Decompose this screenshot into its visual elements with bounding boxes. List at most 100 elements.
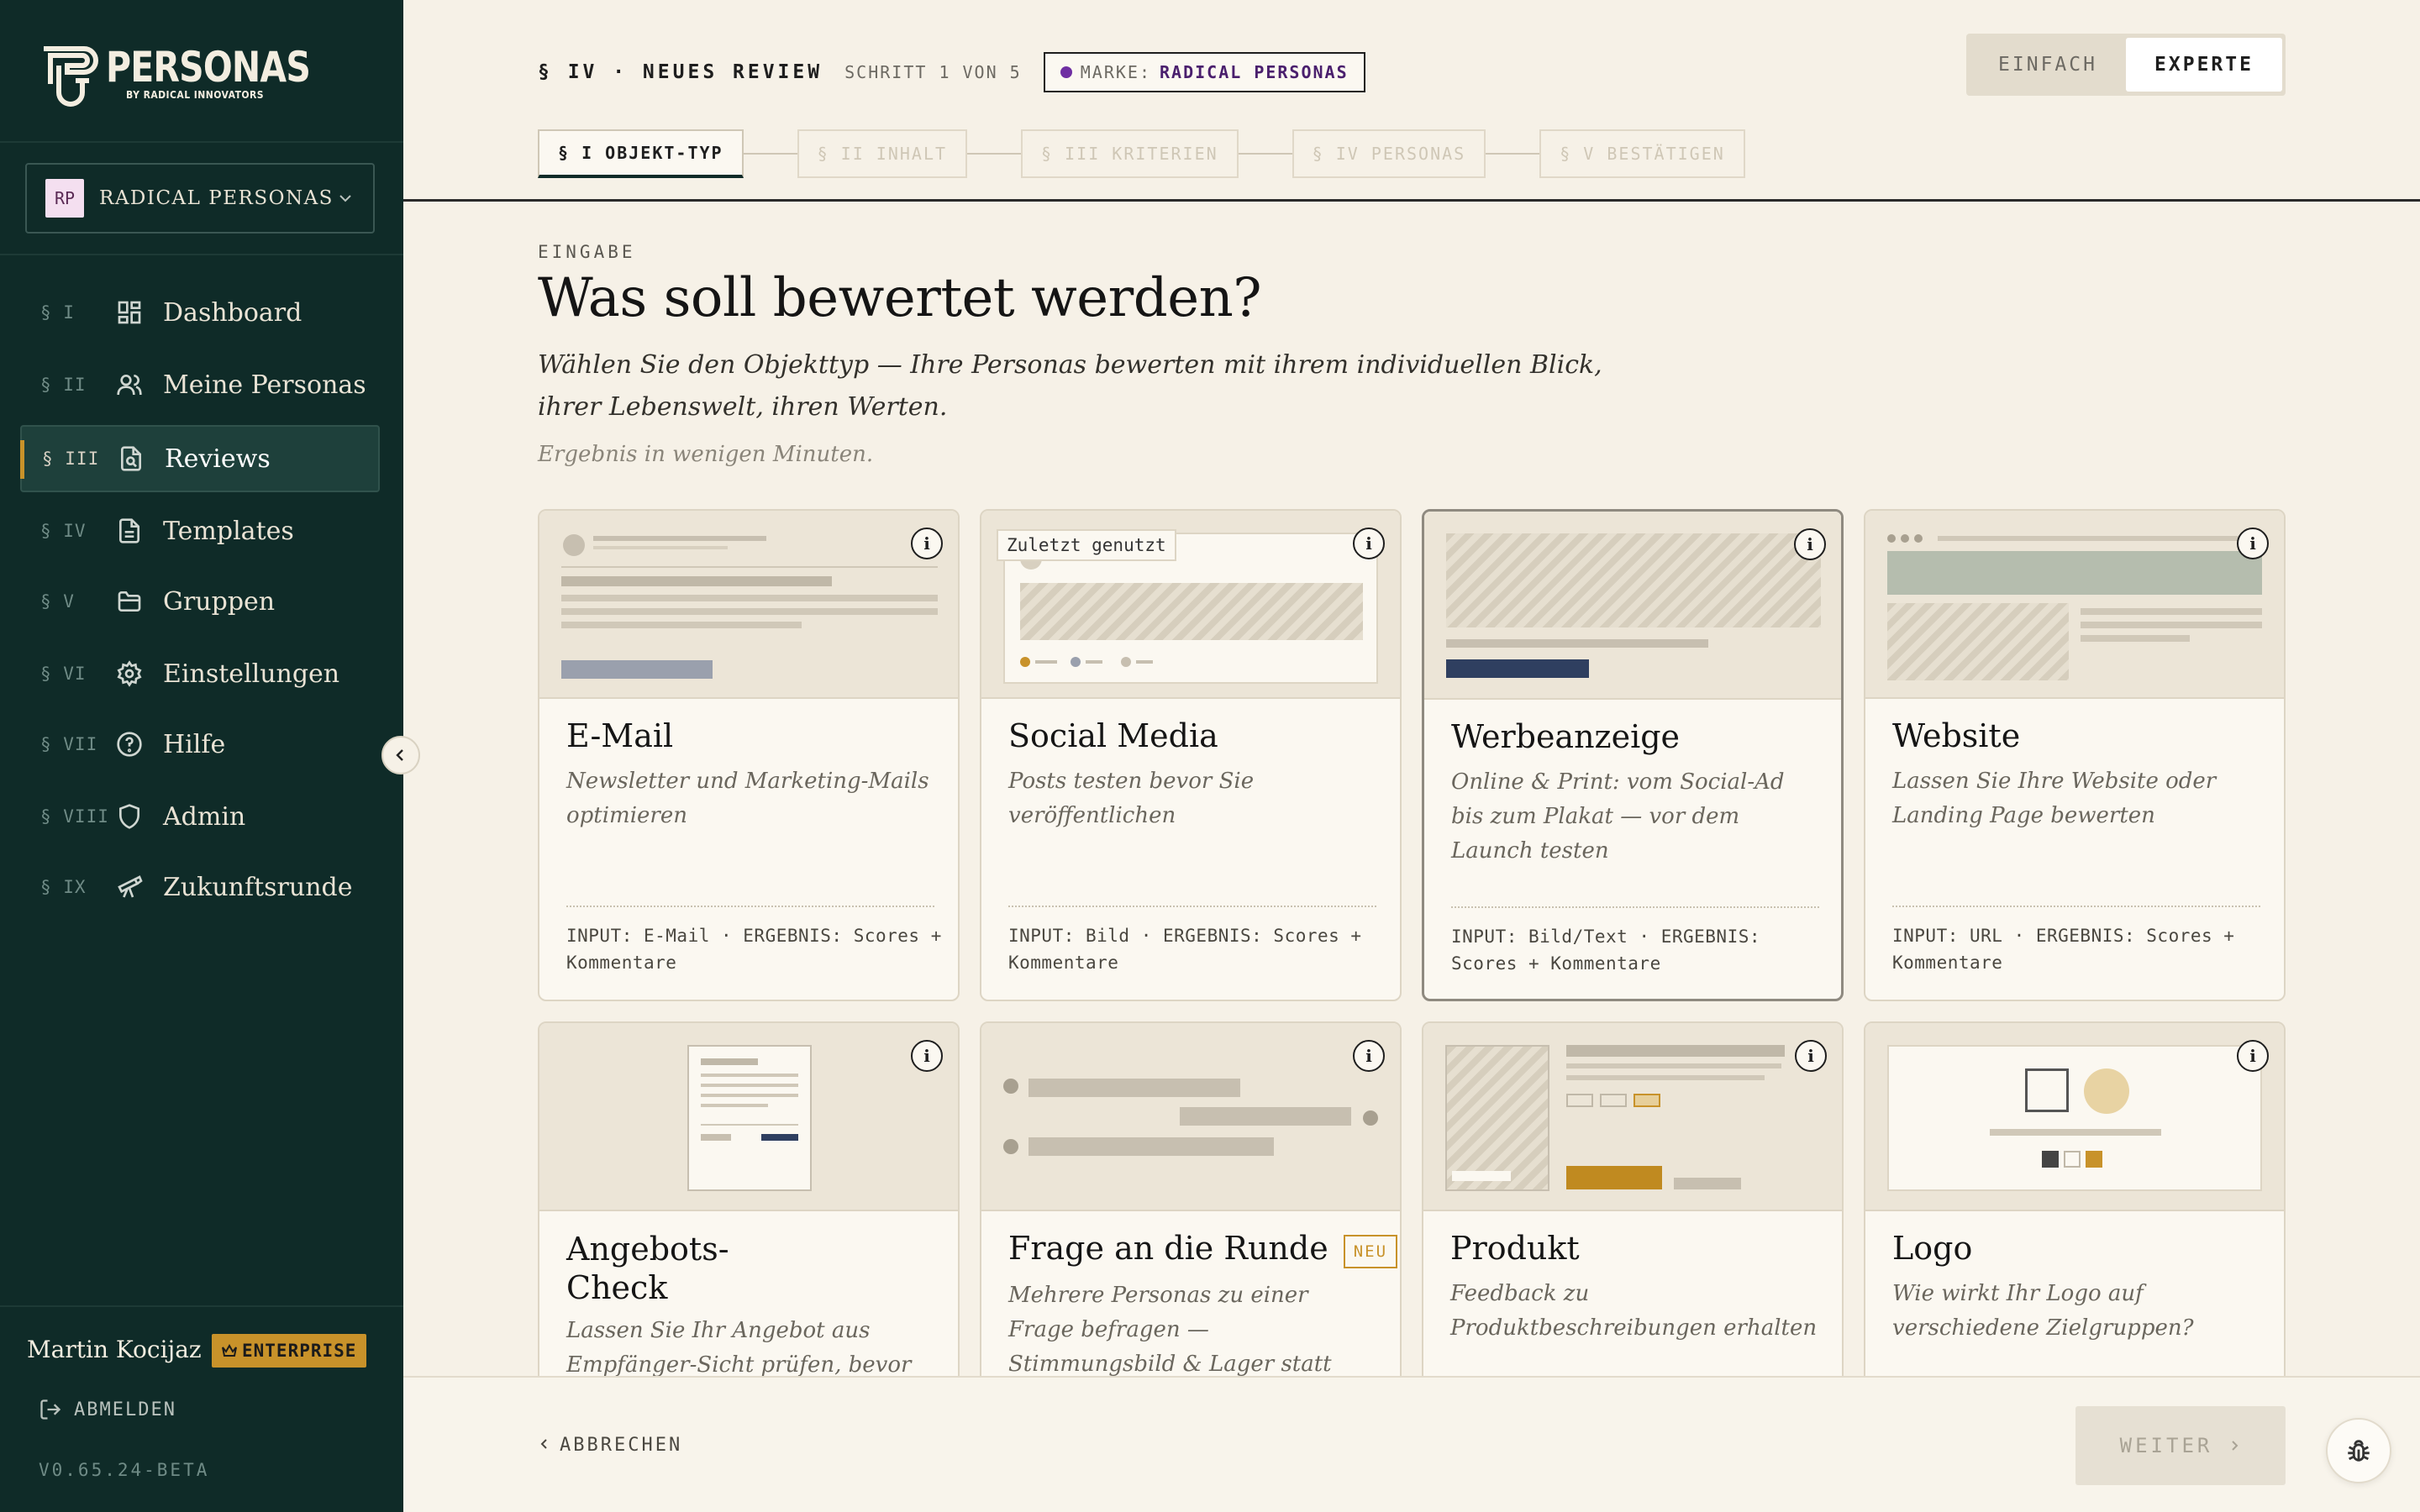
step-personas[interactable]: § IV PERSONAS <box>1292 129 1486 178</box>
logout-button[interactable]: ABMELDEN <box>39 1398 176 1421</box>
section-eyebrow: EINGABE <box>538 242 636 262</box>
card-description: Wie wirkt Ihr Logo auf verschiedene Ziel… <box>1892 1281 2194 1341</box>
card-meta: INPUT: Bild · ERGEBNIS: Scores + Komment… <box>1008 926 1362 973</box>
step-inhalt[interactable]: § II INHALT <box>797 129 968 178</box>
cancel-button[interactable]: ABBRECHEN <box>538 1435 682 1456</box>
object-type-card-social-media[interactable]: Zuletzt genutzt i Social Media Posts tes… <box>980 509 1402 1001</box>
info-icon[interactable]: i <box>1353 528 1385 559</box>
nav-label: Gruppen <box>163 586 276 617</box>
file-search-icon <box>114 442 148 475</box>
bug-report-button[interactable] <box>2326 1418 2391 1483</box>
sidebar-item-gruppen[interactable]: § V Gruppen <box>20 568 380 635</box>
object-type-card-angebots-check[interactable]: i Angebots-Check Lassen Sie Ihr Angebot … <box>538 1021 960 1391</box>
nav-number: § VIII <box>40 806 109 827</box>
card-description: Online & Print: vom Social-Ad bis zum Pl… <box>1451 769 1785 864</box>
step-kriterien[interactable]: § III KRITERIEN <box>1021 129 1239 178</box>
card-description: Mehrere Personas zu einer Frage befragen… <box>1008 1283 1332 1389</box>
nav-label: Zukunftsrunde <box>163 872 353 902</box>
help-circle-icon <box>113 727 146 761</box>
collapse-sidebar-button[interactable] <box>381 736 420 774</box>
object-type-card-produkt[interactable]: i Produkt Feedback zu Produktbeschreibun… <box>1422 1021 1844 1391</box>
info-icon[interactable]: i <box>2237 528 2269 559</box>
card-thumbnail: i <box>981 1023 1400 1211</box>
step-connector <box>1486 153 1540 155</box>
info-icon[interactable]: i <box>1794 528 1826 560</box>
step-bestaetigen[interactable]: § V BESTÄTIGEN <box>1539 129 1745 178</box>
nav-number: § V <box>40 591 75 612</box>
step-connector <box>743 153 797 155</box>
sidebar: PERSONAS BY RADICAL INNOVATORS RP RADICA… <box>0 0 403 1512</box>
plan-badge: ENTERPRISE <box>212 1334 367 1368</box>
card-thumbnail: i <box>1865 1023 2284 1211</box>
info-icon[interactable]: i <box>911 1040 943 1072</box>
mode-expert-button[interactable]: EXPERTE <box>2126 38 2282 92</box>
info-icon[interactable]: i <box>911 528 943 559</box>
step-objekt-typ[interactable]: § I OBJEKT-TYP <box>538 129 744 178</box>
object-type-card-frage-an-die-runde[interactable]: i Frage an die Runde NEU Mehrere Personas… <box>980 1021 1402 1391</box>
nav-number: § VII <box>40 734 98 754</box>
card-title: Social Media <box>1008 717 1218 754</box>
mode-toggle: EINFACH EXPERTE <box>1966 34 2286 96</box>
card-title: Logo <box>1892 1230 1973 1267</box>
new-badge: NEU <box>1343 1234 1398 1268</box>
nav-number: § IX <box>40 877 87 897</box>
object-type-card-email[interactable]: i E-Mail Newsletter und Marketing-Mails … <box>538 509 960 1001</box>
card-description: Lassen Sie Ihre Website oder Landing Pag… <box>1892 769 2217 828</box>
card-title: Website <box>1892 717 2021 754</box>
brand-selector[interactable]: RP RADICAL PERSONAS <box>25 163 375 234</box>
breadcrumb: § IV · NEUES REVIEW SCHRITT 1 VON 5 MARK… <box>538 52 1365 92</box>
sidebar-item-hilfe[interactable]: § VII Hilfe <box>20 711 380 778</box>
card-thumbnail: i <box>1424 512 1841 700</box>
sidebar-item-einstellungen[interactable]: § VI Einstellungen <box>20 640 380 707</box>
card-thumbnail: Zuletzt genutzt i <box>981 511 1400 699</box>
info-icon[interactable]: i <box>2237 1040 2269 1072</box>
personas-logo[interactable]: PERSONAS BY RADICAL INNOVATORS <box>39 44 355 109</box>
logout-label: ABMELDEN <box>74 1399 176 1420</box>
info-icon[interactable]: i <box>1353 1040 1385 1072</box>
brand-chip[interactable]: MARKE: RADICAL PERSONAS <box>1043 52 1365 92</box>
brand-color-dot <box>1060 66 1072 78</box>
card-title: E-Mail <box>566 717 674 754</box>
folder-icon <box>113 585 146 618</box>
sidebar-item-templates[interactable]: § IV Templates <box>20 497 380 564</box>
nav-label: Hilfe <box>163 729 226 759</box>
sidebar-item-meine-personas[interactable]: § II Meine Personas <box>20 351 380 418</box>
mode-simple-button[interactable]: EINFACH <box>1970 38 2126 92</box>
sidebar-item-admin[interactable]: § VIII Admin <box>20 783 380 850</box>
card-divider <box>566 906 934 907</box>
object-type-card-werbeanzeige[interactable]: i Werbeanzeige Online & Print: vom Socia… <box>1422 509 1844 1001</box>
brand-avatar: RP <box>45 179 84 218</box>
sidebar-item-reviews[interactable]: § III Reviews <box>20 425 380 492</box>
card-meta: INPUT: E-Mail · ERGEBNIS: Scores + Komme… <box>566 926 942 973</box>
chevron-left-icon <box>396 749 403 761</box>
next-button[interactable]: WEITER <box>2075 1406 2286 1485</box>
card-divider <box>1892 906 2260 907</box>
info-icon[interactable]: i <box>1795 1040 1827 1072</box>
card-title: Werbeanzeige <box>1451 718 1681 755</box>
card-thumbnail: i <box>539 511 958 699</box>
page-title: Was soll bewertet werden? <box>538 267 1262 329</box>
card-thumbnail: i <box>1423 1023 1842 1211</box>
object-type-card-website[interactable]: i Website Lassen Sie Ihre Website oder L… <box>1864 509 2286 1001</box>
chevron-down-icon <box>339 195 351 202</box>
page-hint: Ergebnis in wenigen Minuten. <box>538 442 874 467</box>
app-version: V0.65.24-BETA <box>39 1460 210 1480</box>
step-connector <box>1238 153 1292 155</box>
nav-label: Einstellungen <box>163 659 340 689</box>
divider <box>0 254 403 255</box>
sidebar-item-zukunftsrunde[interactable]: § IX Zukunftsrunde <box>20 853 380 921</box>
card-meta: INPUT: Bild/Text · ERGEBNIS: Scores + Ko… <box>1451 927 1761 974</box>
header-divider <box>403 199 2420 202</box>
chevron-left-icon <box>540 1439 547 1449</box>
logo-mark-icon <box>44 46 98 107</box>
nav-label: Meine Personas <box>163 370 366 400</box>
sidebar-item-dashboard[interactable]: § I Dashboard <box>20 279 380 346</box>
card-title: Angebots-Check <box>566 1231 729 1306</box>
card-title: Frage an die Runde NEU <box>1008 1230 1398 1268</box>
brand-chip-label: MARKE: <box>1080 62 1151 82</box>
next-label: WEITER <box>2119 1434 2213 1457</box>
nav-number: § IV <box>40 521 87 541</box>
nav-label: Templates <box>163 516 294 546</box>
object-type-card-logo[interactable]: i Logo Wie wirkt Ihr Logo auf verschiede… <box>1864 1021 2286 1391</box>
wizard-footer: ABBRECHEN WEITER <box>403 1376 2420 1512</box>
